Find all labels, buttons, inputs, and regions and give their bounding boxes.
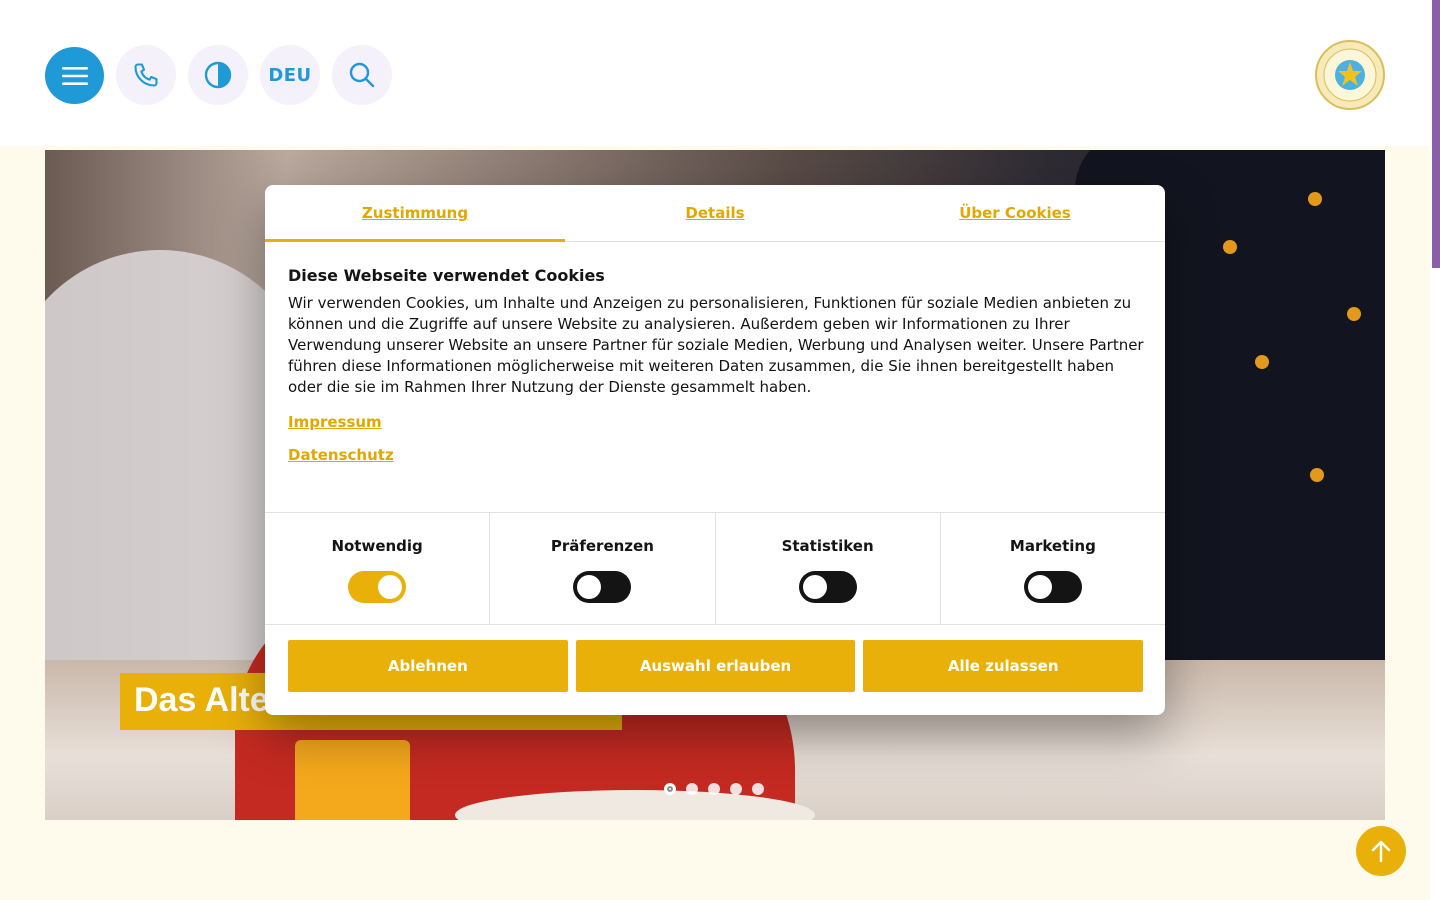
menu-button[interactable] bbox=[45, 47, 104, 104]
jacket-button bbox=[1223, 240, 1237, 254]
allow-selection-button[interactable]: Auswahl erlauben bbox=[575, 640, 856, 692]
scrollbar-thumb[interactable] bbox=[1432, 0, 1440, 268]
cookie-title: Diese Webseite verwendet Cookies bbox=[288, 266, 605, 285]
slider-dot[interactable] bbox=[664, 783, 676, 795]
header: DEU bbox=[0, 0, 1430, 146]
category-marketing: Marketing bbox=[941, 513, 1165, 624]
tab-details[interactable]: Details bbox=[565, 185, 865, 241]
hamburger-menu-icon bbox=[61, 66, 88, 85]
cookie-actions: Ablehnen Auswahl erlauben Alle zulassen bbox=[265, 625, 1165, 692]
toggle-knob bbox=[802, 575, 827, 599]
jacket-button bbox=[1310, 468, 1324, 482]
reject-button[interactable]: Ablehnen bbox=[288, 640, 568, 692]
tab-zustimmung[interactable]: Zustimmung bbox=[265, 185, 565, 242]
phone-button[interactable] bbox=[116, 45, 176, 105]
allow-all-button[interactable]: Alle zulassen bbox=[863, 640, 1144, 692]
category-label: Statistiken bbox=[781, 537, 874, 555]
altenzentrum-logo-icon[interactable] bbox=[1315, 40, 1385, 110]
category-label: Notwendig bbox=[331, 537, 423, 555]
slider-dot[interactable] bbox=[752, 783, 764, 795]
praeferenzen-toggle[interactable] bbox=[573, 571, 632, 603]
slider-dot[interactable] bbox=[686, 783, 698, 795]
scroll-to-top-button[interactable] bbox=[1356, 826, 1406, 876]
cookie-content: Diese Webseite verwendet Cookies Wir ver… bbox=[265, 242, 1165, 512]
statistiken-toggle[interactable] bbox=[798, 571, 857, 603]
language-button[interactable]: DEU bbox=[260, 45, 320, 105]
slider-dot[interactable] bbox=[730, 783, 742, 795]
notwendig-toggle[interactable] bbox=[348, 571, 407, 603]
toggle-knob bbox=[1027, 575, 1052, 599]
impressum-link[interactable]: Impressum bbox=[288, 413, 1143, 431]
jacket-button bbox=[1347, 307, 1361, 321]
slider-dots bbox=[664, 783, 764, 795]
jacket-button bbox=[1255, 355, 1269, 369]
contrast-button[interactable] bbox=[188, 45, 248, 105]
cookie-consent-dialog: Zustimmung Details Über Cookies Diese We… bbox=[265, 185, 1165, 715]
phone-icon bbox=[134, 63, 158, 87]
hero-photo-juice bbox=[295, 740, 410, 820]
category-statistiken: Statistiken bbox=[716, 513, 941, 624]
contrast-icon bbox=[204, 61, 232, 89]
scrollbar[interactable] bbox=[1430, 0, 1440, 900]
slider-dot[interactable] bbox=[708, 783, 720, 795]
consent-categories: Notwendig Präferenzen Statistiken Market… bbox=[265, 512, 1165, 625]
jacket-button bbox=[1308, 192, 1322, 206]
marketing-toggle[interactable] bbox=[1023, 571, 1082, 603]
search-button[interactable] bbox=[332, 45, 392, 105]
category-notwendig: Notwendig bbox=[265, 513, 491, 624]
toggle-knob bbox=[378, 575, 403, 599]
category-label: Präferenzen bbox=[550, 537, 654, 555]
category-praeferenzen: Präferenzen bbox=[490, 513, 716, 624]
category-label: Marketing bbox=[1009, 537, 1096, 555]
cookie-description: Wir verwenden Cookies, um Inhalte und An… bbox=[288, 294, 1144, 396]
arrow-up-icon bbox=[1371, 840, 1391, 863]
search-icon bbox=[349, 62, 375, 88]
datenschutz-link[interactable]: Datenschutz bbox=[288, 446, 1143, 464]
toggle-knob bbox=[577, 575, 602, 599]
cookie-tabs: Zustimmung Details Über Cookies bbox=[265, 185, 1165, 242]
tab-ueber-cookies[interactable]: Über Cookies bbox=[865, 185, 1165, 241]
